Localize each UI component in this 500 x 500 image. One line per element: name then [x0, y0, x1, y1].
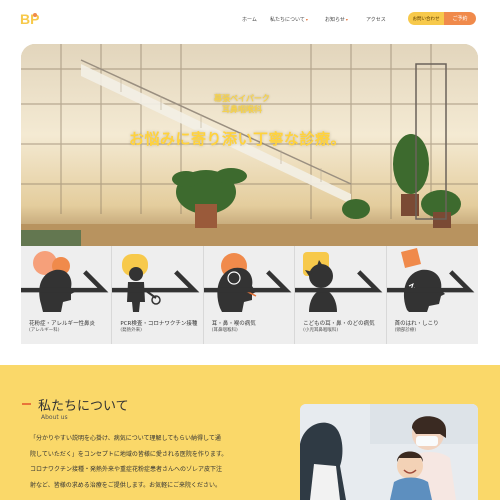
service-title: PCR検査・コロナワクチン接種 [120, 321, 198, 327]
service-card-neck[interactable]: 首のはれ・しこり (頸部診療) [386, 246, 478, 344]
about-line: 「分かりやすい説明を心掛け、病気について理解してもらい納得して通 [30, 435, 221, 442]
about-line: コロナワクチン接種・発熱外来や重症花粉症患者さんへのゾレア皮下注 [30, 466, 223, 473]
arrow-right-icon [203, 270, 292, 293]
service-subtitle: (発熱外来) [120, 328, 142, 333]
clinic-logo[interactable]: BP [20, 11, 42, 27]
section-accent-dash [22, 403, 31, 405]
service-subtitle: (耳鼻咽喉科) [211, 328, 238, 333]
logo-text: BP [20, 11, 39, 27]
service-cards: 花粉症・アレルギー性鼻炎 (アレルギー科) PCR検査・コロナワクチン接種 (発… [21, 246, 478, 344]
about-subtitle: About us [41, 414, 68, 421]
service-title: 花粉症・アレルギー性鼻炎 [29, 321, 96, 327]
about-section: 私たちについて About us 「分かりやすい説明を心掛け、病気について理解し… [0, 365, 500, 500]
service-title: 首のはれ・しこり [394, 321, 439, 327]
arrow-right-icon [386, 270, 474, 293]
arrow-right-icon [295, 270, 383, 293]
about-line: 院していただく」をコンセプトに地域の皆様に愛される医院を作ります。 [30, 450, 228, 458]
reserve-button[interactable]: ご予約 [444, 12, 476, 25]
hero-banner: 幕張ベイパーク 耳鼻咽喉科 お悩みに寄り添い丁寧な診療。 [21, 44, 478, 246]
service-subtitle: (小児耳鼻咽喉科) [303, 328, 339, 333]
doctor-child-photo [300, 404, 478, 500]
service-card-allergy[interactable]: 花粉症・アレルギー性鼻炎 (アレルギー科) [21, 246, 113, 344]
hero-tagline: お悩みに寄り添い丁寧な診療。 [129, 130, 347, 148]
service-card-pcr[interactable]: PCR検査・コロナワクチン接種 (発熱外来) [112, 246, 204, 344]
nav-home[interactable]: ホーム [242, 16, 257, 23]
service-title: 耳・鼻・喉の病気 [211, 321, 256, 327]
nav-access[interactable]: アクセス [366, 16, 386, 23]
service-subtitle: (頸部診療) [394, 328, 417, 333]
service-card-pediatric[interactable]: こどもの耳・鼻・のどの病気 (小児耳鼻咽喉科) [295, 246, 387, 344]
page: BP ホーム 私たちについて▾ お知らせ▾ アクセス お問い合わせ ご予約 幕張… [0, 0, 500, 500]
about-description: 「分かりやすい説明を心掛け、病気について理解してもらい納得して通 院していただく… [30, 431, 290, 493]
about-title: 私たちについて [38, 399, 129, 414]
about-line: 射など、皆様の求める治療をご提供します。お気軽にご来院ください。 [30, 481, 221, 489]
service-title: こどもの耳・鼻・のどの病気 [303, 321, 375, 327]
chevron-down-icon: ▾ [345, 17, 348, 22]
hero-clinic-name: 幕張ベイパーク [214, 94, 270, 103]
contact-button[interactable]: お問い合わせ [408, 12, 444, 25]
service-card-ent[interactable]: 耳・鼻・喉の病気 (耳鼻咽喉科) [203, 246, 296, 344]
arrow-right-icon [112, 270, 200, 293]
nav-about[interactable]: 私たちについて▾ [270, 16, 308, 23]
nav-news[interactable]: お知らせ▾ [325, 16, 348, 23]
chevron-down-icon: ▾ [305, 17, 308, 22]
service-subtitle: (アレルギー科) [29, 328, 60, 333]
hero-clinic-type: 耳鼻咽喉科 [222, 105, 262, 114]
arrow-right-icon [21, 270, 109, 293]
